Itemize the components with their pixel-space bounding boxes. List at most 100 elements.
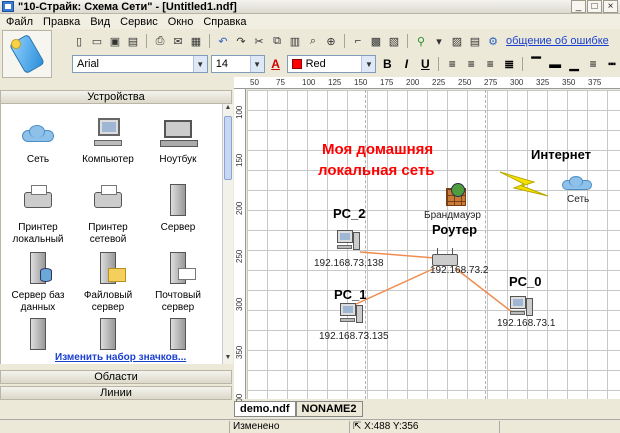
lines-panel-header[interactable]: Линии — [0, 386, 232, 400]
network-scan-icon[interactable]: ⚲ — [414, 34, 428, 48]
device-mail-server[interactable]: Почтовый сервер — [141, 252, 215, 314]
menu-help[interactable]: Справка — [203, 16, 246, 28]
tab-noname2[interactable]: NONAME2 — [295, 401, 363, 417]
ruler-tick-label: 75 — [276, 78, 285, 87]
valign-middle-icon[interactable]: ▬ — [547, 56, 563, 72]
line-dash-icon[interactable]: ┅ — [604, 56, 620, 72]
scroll-thumb[interactable] — [224, 116, 232, 180]
preview-icon[interactable]: ▦ — [189, 34, 203, 48]
layout-icon[interactable]: ▧ — [387, 34, 401, 48]
ruler-vertical: 100150200250300350400 — [234, 89, 246, 407]
device-partial[interactable] — [141, 318, 215, 356]
pc0-node[interactable] — [510, 296, 534, 318]
properties-icon[interactable]: ▨ — [450, 34, 464, 48]
zoom-icon[interactable]: ⊕ — [324, 34, 338, 48]
device-network[interactable]: Сеть — [1, 116, 75, 166]
cut-icon[interactable]: ✂ — [252, 34, 266, 48]
devices-scrollbar[interactable]: ▲ ▼ — [222, 104, 233, 364]
diagram-canvas[interactable] — [247, 90, 620, 399]
copy-icon[interactable]: ⧉ — [270, 34, 284, 48]
save-as-icon[interactable]: ▤ — [126, 34, 140, 48]
menu-edit[interactable]: Правка — [43, 16, 80, 28]
ruler-tick-label: 250 — [458, 78, 472, 87]
bold-button[interactable]: B — [379, 56, 395, 72]
text-color-icon[interactable]: A — [268, 56, 284, 72]
computer-icon — [510, 296, 534, 318]
status-modified: Изменено — [230, 420, 350, 433]
diagram-title-line2[interactable]: локальная сеть — [318, 162, 434, 179]
maximize-button[interactable]: □ — [587, 0, 602, 13]
connector-icon[interactable]: ⌐ — [351, 34, 365, 48]
device-file-server[interactable]: Файловый сервер — [71, 252, 145, 314]
device-server[interactable]: Сервер — [141, 184, 215, 234]
font-name-select[interactable]: Arial ▼ — [72, 55, 208, 73]
device-computer[interactable]: Компьютер — [71, 116, 145, 166]
align-left-icon[interactable]: ≡ — [444, 56, 460, 72]
window-controls: _ □ × — [571, 0, 618, 13]
server-icon — [30, 318, 46, 350]
menu-service[interactable]: Сервис — [120, 16, 158, 28]
title-bar: "10-Страйк: Схема Сети" - [Untitled1.ndf… — [0, 0, 620, 14]
chevron-down-icon: ▼ — [249, 56, 264, 72]
pc1-ip: 192.168.73.135 — [319, 331, 389, 342]
scan-icon[interactable]: ▩ — [369, 34, 383, 48]
internet-label[interactable]: Интернет — [531, 147, 591, 162]
device-db-server[interactable]: Сервер баз данных — [1, 252, 75, 314]
internet-cloud-icon[interactable] — [562, 176, 592, 190]
device-laptop[interactable]: Ноутбук — [141, 116, 215, 166]
menu-window[interactable]: Окно — [168, 16, 194, 28]
color-select[interactable]: Red ▼ — [286, 55, 377, 73]
device-partial[interactable] — [71, 318, 145, 356]
paste-icon[interactable]: ▥ — [288, 34, 302, 48]
device-network-printer[interactable]: Принтер сетевой — [71, 184, 145, 246]
wizard-button[interactable] — [2, 30, 52, 78]
align-center-icon[interactable]: ≡ — [463, 56, 479, 72]
ruler-tick-label: 300 — [510, 78, 524, 87]
font-size-select[interactable]: 14 ▼ — [210, 55, 265, 73]
dropdown-arrow-icon[interactable]: ▾ — [432, 34, 446, 48]
diagram-title-line1[interactable]: Моя домашняя — [322, 141, 433, 158]
align-right-icon[interactable]: ≡ — [482, 56, 498, 72]
menu-file[interactable]: Файл — [6, 16, 33, 28]
change-icons-link[interactable]: Изменить набор значков... — [55, 352, 186, 363]
print-icon[interactable]: ⎙ — [153, 34, 167, 48]
report-icon[interactable]: ▤ — [468, 34, 482, 48]
tab-demo[interactable]: demo.ndf — [234, 401, 296, 417]
device-label: Принтер локальный — [12, 222, 64, 245]
ruler-tick-label: 50 — [250, 78, 259, 87]
pc0-ip: 192.168.73.1 — [497, 318, 556, 329]
save-icon[interactable]: ▣ — [108, 34, 122, 48]
minimize-button[interactable]: _ — [571, 0, 586, 13]
menu-view[interactable]: Вид — [90, 16, 110, 28]
error-report-link[interactable]: общение об ошибке — [506, 35, 609, 47]
pc0-label: PC_0 — [509, 274, 542, 289]
devices-panel: Сеть Компьютер Ноутбук Принтер локальный… — [0, 104, 222, 364]
format-toolbar: Arial ▼ 14 ▼ A Red ▼ B I U ≡ ≡ ≡ ≣ ▔ ▬ ▁… — [56, 53, 620, 75]
undo-icon[interactable]: ↶ — [216, 34, 230, 48]
italic-button[interactable]: I — [398, 56, 414, 72]
find-icon[interactable]: ⌕ — [306, 34, 320, 48]
server-icon — [170, 318, 186, 350]
valign-top-icon[interactable]: ▔ — [528, 56, 544, 72]
redo-icon[interactable]: ↷ — [234, 34, 248, 48]
pc2-node[interactable] — [337, 230, 361, 252]
new-file-icon[interactable]: ▯ — [72, 34, 86, 48]
device-local-printer[interactable]: Принтер локальный — [1, 184, 75, 246]
settings-icon[interactable]: ⚙ — [486, 34, 500, 48]
open-folder-icon[interactable]: ▭ — [90, 34, 104, 48]
pc1-node[interactable] — [340, 303, 364, 325]
close-button[interactable]: × — [603, 0, 618, 13]
devices-panel-header[interactable]: Устройства — [0, 90, 232, 104]
cloud-icon — [22, 125, 54, 142]
line-style-icon[interactable]: ≡ — [585, 56, 601, 72]
scroll-down-icon[interactable]: ▼ — [223, 354, 233, 364]
valign-bottom-icon[interactable]: ▁ — [566, 56, 582, 72]
underline-button[interactable]: U — [417, 56, 433, 72]
device-partial[interactable] — [1, 318, 75, 356]
page-guide — [365, 90, 366, 399]
firewall-node[interactable] — [446, 183, 466, 206]
areas-panel-header[interactable]: Области — [0, 370, 232, 384]
email-icon[interactable]: ✉ — [171, 34, 185, 48]
scroll-up-icon[interactable]: ▲ — [223, 104, 233, 114]
align-justify-icon[interactable]: ≣ — [501, 56, 517, 72]
